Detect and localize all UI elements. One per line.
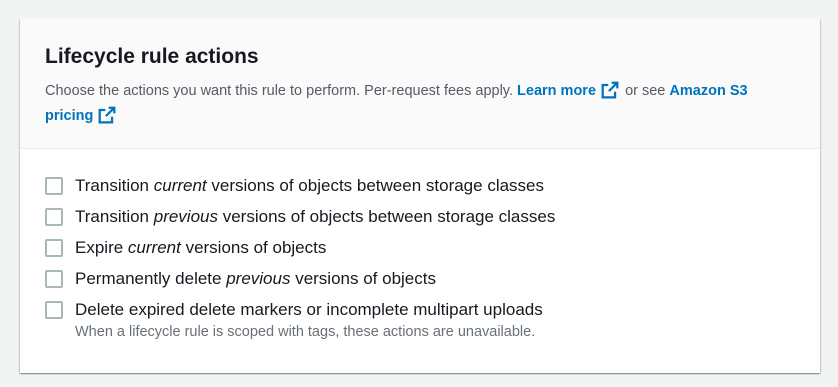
external-link-icon (601, 81, 619, 99)
action-checkbox[interactable] (45, 208, 63, 226)
panel-title: Lifecycle rule actions (45, 45, 259, 68)
action-checkbox[interactable] (45, 270, 63, 288)
description-text: Choose the actions you want this rule to… (45, 83, 514, 99)
action-label[interactable]: Expire current versions of objects (75, 238, 326, 258)
panel-header: Lifecycle rule actions Choose the action… (20, 19, 820, 149)
action-option[interactable]: Expire current versions of objects (45, 238, 795, 269)
panel-body: Transition current versions of objects b… (20, 149, 820, 342)
action-label[interactable]: Transition previous versions of objects … (75, 207, 555, 227)
action-option[interactable]: Permanently delete previous versions of … (45, 269, 795, 300)
action-option[interactable]: Transition previous versions of objects … (45, 207, 795, 238)
action-option[interactable]: Transition current versions of objects b… (45, 176, 795, 207)
action-description: When a lifecycle rule is scoped with tag… (75, 324, 536, 340)
action-checkbox[interactable] (45, 177, 63, 195)
action-label[interactable]: Permanently delete previous versions of … (75, 269, 436, 289)
action-checkbox[interactable] (45, 301, 63, 319)
external-link-icon (98, 106, 116, 124)
lifecycle-rule-actions-panel: Lifecycle rule actions Choose the action… (20, 19, 820, 373)
learn-more-label: Learn more (517, 83, 597, 99)
action-label[interactable]: Delete expired delete markers or incompl… (75, 300, 543, 320)
or-see-text: or see (625, 83, 666, 99)
learn-more-link[interactable]: Learn more (517, 81, 621, 99)
panel-description: Choose the actions you want this rule to… (45, 79, 795, 129)
action-label[interactable]: Transition current versions of objects b… (75, 176, 544, 196)
action-option[interactable]: Delete expired delete markers or incompl… (45, 300, 795, 342)
action-checkbox[interactable] (45, 239, 63, 257)
